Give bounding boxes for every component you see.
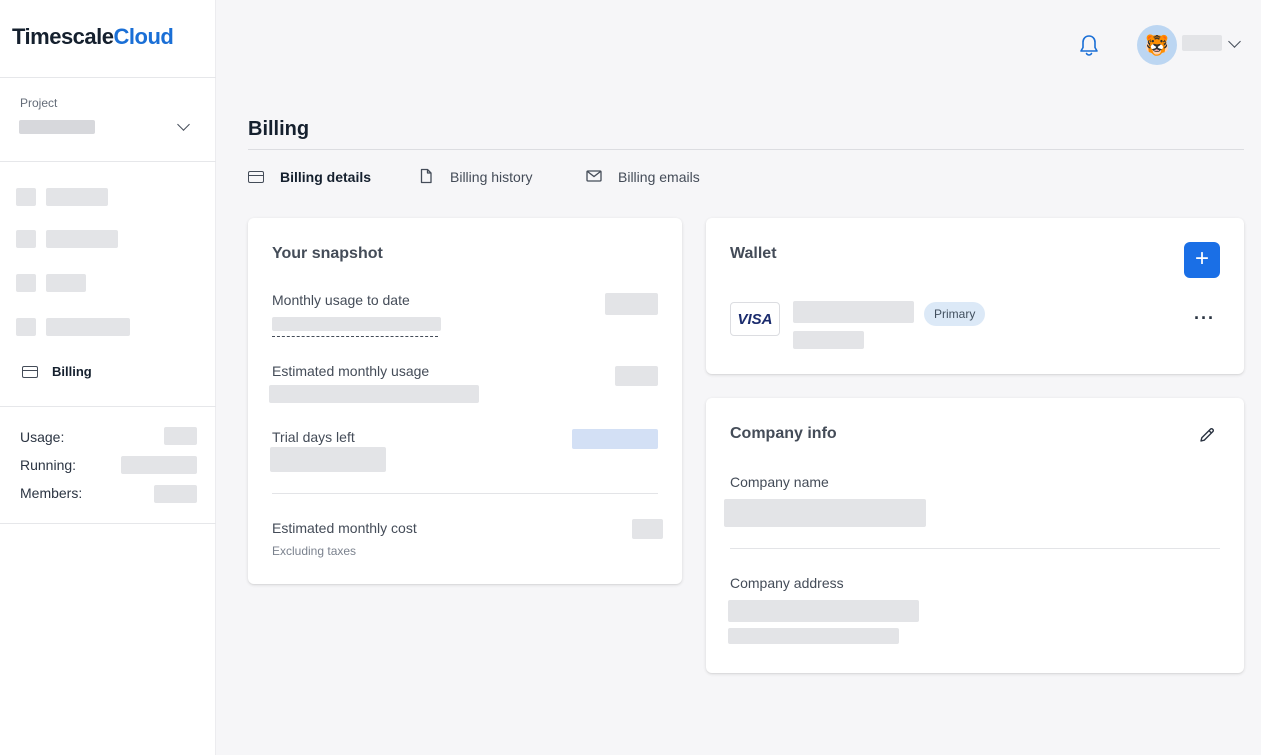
user-menu[interactable]: 🐯 <box>1136 24 1248 66</box>
estimated-cost-value-redacted <box>632 519 663 539</box>
bell-icon[interactable] <box>1078 33 1100 57</box>
divider <box>248 149 1244 150</box>
credit-card-icon <box>22 366 38 378</box>
document-icon <box>418 168 434 187</box>
nav-icon-redacted <box>16 318 36 336</box>
wallet-title: Wallet <box>730 245 777 262</box>
card-expiry-redacted <box>793 331 864 349</box>
nav-label-redacted <box>46 318 130 336</box>
project-label: Project <box>20 96 58 110</box>
nav-icon-redacted <box>16 274 36 292</box>
sidebar-item-billing[interactable]: Billing <box>14 358 204 386</box>
divider <box>0 77 216 78</box>
tab-label: Billing details <box>280 169 372 185</box>
tab-label: Billing history <box>450 169 533 185</box>
company-name-redacted <box>724 499 926 527</box>
estimated-usage-detail-redacted <box>269 385 479 403</box>
visa-logo: VISA <box>730 302 780 336</box>
page-title: Billing <box>248 118 310 140</box>
logo[interactable]: TimescaleCloud <box>12 24 174 50</box>
pencil-icon[interactable] <box>1198 426 1216 444</box>
divider <box>272 493 658 494</box>
tab-label: Billing emails <box>618 169 700 185</box>
sidebar-item-label: Billing <box>52 364 92 379</box>
members-label: Members: <box>20 485 83 501</box>
credit-card-icon <box>248 171 264 183</box>
estimated-usage-label: Estimated monthly usage <box>272 363 430 379</box>
excluding-taxes-label: Excluding taxes <box>272 544 357 558</box>
sidebar-item[interactable] <box>14 272 204 298</box>
tab-billing-details[interactable]: Billing details <box>248 166 371 188</box>
company-name-label: Company name <box>730 474 829 490</box>
sidebar-item[interactable] <box>14 184 204 210</box>
chevron-down-icon <box>177 118 190 131</box>
running-label: Running: <box>20 457 77 473</box>
wallet-panel: Wallet + VISA Primary ··· <box>706 218 1244 374</box>
project-selector[interactable] <box>14 112 204 148</box>
card-number-redacted <box>793 301 914 323</box>
trial-days-detail-redacted <box>270 447 386 472</box>
trial-days-label: Trial days left <box>272 429 355 445</box>
monthly-usage-label: Monthly usage to date <box>272 292 410 308</box>
tooltip-underline[interactable] <box>272 336 438 337</box>
nav-icon-redacted <box>16 230 36 248</box>
username-redacted <box>1182 35 1222 51</box>
project-name-redacted <box>19 120 95 134</box>
snapshot-title: Your snapshot <box>272 245 383 262</box>
sidebar-item[interactable] <box>14 315 204 341</box>
sidebar: TimescaleCloud Project Billing Usage: Ru… <box>0 0 216 755</box>
company-info-panel: Company info Company name Company addres… <box>706 398 1244 673</box>
trial-days-value-redacted <box>572 429 658 449</box>
divider <box>0 406 216 407</box>
monthly-usage-detail-redacted <box>272 317 441 331</box>
estimated-usage-value-redacted <box>615 366 658 386</box>
members-value-redacted <box>154 485 197 503</box>
company-address-line1-redacted <box>728 600 919 622</box>
nav-label-redacted <box>46 230 118 248</box>
nav-icon-redacted <box>16 188 36 206</box>
company-address-line2-redacted <box>728 628 899 644</box>
usage-label: Usage: <box>20 429 65 445</box>
add-payment-button[interactable]: + <box>1184 242 1220 278</box>
avatar: 🐯 <box>1137 25 1177 65</box>
envelope-icon <box>586 169 602 186</box>
running-value-redacted <box>121 456 197 474</box>
company-address-label: Company address <box>730 575 844 591</box>
usage-value-redacted <box>164 427 197 445</box>
divider <box>0 523 216 524</box>
divider <box>0 161 216 162</box>
tab-billing-emails[interactable]: Billing emails <box>586 166 700 188</box>
nav-label-redacted <box>46 274 86 292</box>
nav-label-redacted <box>46 188 108 206</box>
divider <box>730 548 1220 549</box>
more-options-icon[interactable]: ··· <box>1194 308 1215 329</box>
primary-badge: Primary <box>924 302 986 326</box>
chevron-down-icon <box>1228 35 1241 48</box>
estimated-cost-label: Estimated monthly cost <box>272 520 417 536</box>
monthly-usage-value-redacted <box>605 293 658 315</box>
snapshot-panel: Your snapshot Monthly usage to date Esti… <box>248 218 682 584</box>
tab-billing-history[interactable]: Billing history <box>418 166 532 188</box>
sidebar-item[interactable] <box>14 227 204 253</box>
company-info-title: Company info <box>730 425 837 442</box>
